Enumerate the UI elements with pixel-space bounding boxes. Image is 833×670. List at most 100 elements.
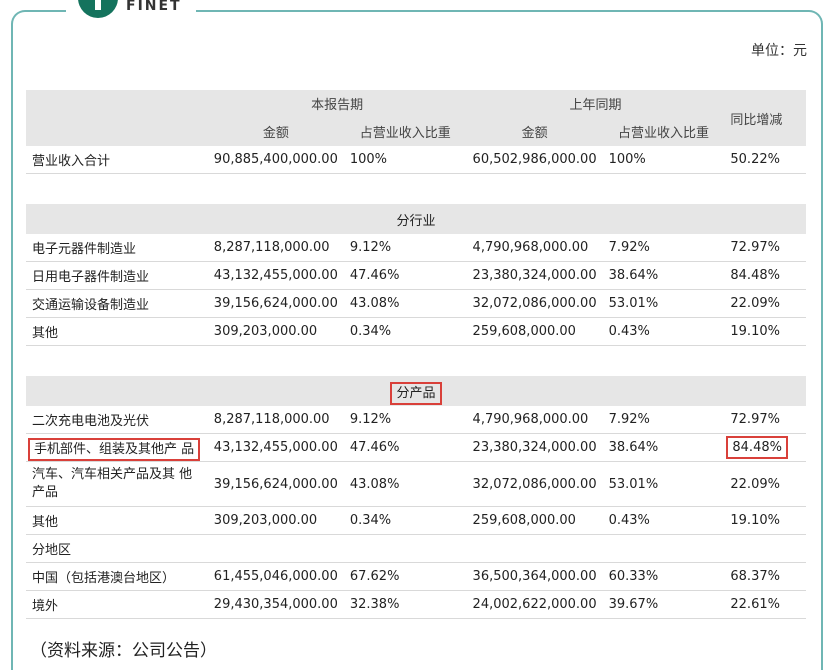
- cell-prev-pct: 53.01%: [602, 461, 725, 507]
- cell-cur: 39,156,624,000.00: [207, 461, 344, 507]
- cell-prev-pct: 0.43%: [602, 506, 725, 535]
- cell-yoy: 22.09%: [724, 461, 806, 507]
- cell-cur: 8,287,118,000.00: [207, 234, 344, 262]
- cell-cur-pct: 67.62%: [343, 562, 467, 591]
- cell-cur-pct: 9.12%: [343, 406, 467, 434]
- cell-prev-pct: 0.43%: [602, 317, 725, 346]
- cell-prev: 36,500,364,000.00: [466, 562, 603, 591]
- cell-yoy: 19.10%: [724, 506, 806, 535]
- cell-cur: 8,287,118,000.00: [207, 406, 344, 434]
- cell-cur-pct: 0.34%: [343, 506, 467, 535]
- source-note: （资料来源：公司公告）: [30, 641, 217, 661]
- cell-prev-pct: 53.01%: [602, 289, 725, 318]
- row-label-highlighted: 手机部件、组装及其他产 品: [28, 438, 201, 461]
- cell-cur: 39,156,624,000.00: [207, 289, 344, 318]
- cell-cur-pct: 9.12%: [343, 234, 467, 262]
- cell-yoy: 19.10%: [724, 317, 806, 346]
- row-label: 营业收入合计: [26, 146, 208, 174]
- section-product: 分产品: [26, 376, 806, 406]
- cell-cur: 309,203,000.00: [207, 317, 344, 346]
- spacer-row: [26, 174, 806, 205]
- cell-cur-pct: 100%: [343, 146, 467, 174]
- cell-cur: 43,132,455,000.00: [207, 433, 344, 462]
- table-row: 日用电子器件制造业 43,132,455,000.00 47.46% 23,38…: [26, 261, 806, 290]
- header-amount-prior: 金额: [466, 116, 603, 146]
- logo-mark-icon: [78, 0, 118, 18]
- row-label: 其他: [26, 317, 208, 346]
- cell-prev: 23,380,324,000.00: [466, 261, 603, 290]
- row-label: 汽车、汽车相关产品及其 他产品: [26, 461, 208, 507]
- section-industry-label: 分行业: [26, 204, 806, 234]
- header-row-1: 本报告期 上年同期 同比增减: [26, 90, 806, 146]
- cell-cur: 309,203,000.00: [207, 506, 344, 535]
- header-ratio-current: 占营业收入比重: [343, 116, 467, 146]
- header-amount-current: 金额: [207, 116, 344, 146]
- cell-prev: 60,502,986,000.00: [466, 146, 603, 174]
- cell-prev-pct: 38.64%: [602, 261, 725, 290]
- cell-prev-pct: 38.64%: [602, 433, 725, 462]
- cell-cur: 61,455,046,000.00: [207, 562, 344, 591]
- row-label: 二次充电电池及光伏: [26, 406, 208, 434]
- row-label: 境外: [26, 590, 208, 619]
- cell-yoy: 72.97%: [724, 406, 806, 434]
- header-yoy: 同比增减: [724, 90, 806, 146]
- cell-yoy-highlighted: 84.48%: [726, 436, 788, 459]
- cell-cur: 29,430,354,000.00: [207, 590, 344, 619]
- cell-yoy: 84.48%: [724, 261, 806, 290]
- table-row: 其他 309,203,000.00 0.34% 259,608,000.00 0…: [26, 506, 806, 535]
- section-region-label: 分地区: [26, 534, 806, 563]
- row-label: 中国（包括港澳台地区）: [26, 562, 208, 591]
- table-row: 电子元器件制造业 8,287,118,000.00 9.12% 4,790,96…: [26, 234, 806, 262]
- cell-prev-pct: 7.92%: [602, 234, 725, 262]
- table-row: 交通运输设备制造业 39,156,624,000.00 43.08% 32,07…: [26, 289, 806, 318]
- cell-cur: 43,132,455,000.00: [207, 261, 344, 290]
- cell-prev: 259,608,000.00: [466, 506, 603, 535]
- cell-prev: 4,790,968,000.00: [466, 406, 603, 434]
- cell-prev: 259,608,000.00: [466, 317, 603, 346]
- logo-text: FINET: [126, 0, 182, 14]
- cell-cur-pct: 47.46%: [343, 261, 467, 290]
- cell-yoy: 22.09%: [724, 289, 806, 318]
- table-row-total: 营业收入合计 90,885,400,000.00 100% 60,502,986…: [26, 146, 806, 174]
- cell-prev: 23,380,324,000.00: [466, 433, 603, 462]
- row-label: 电子元器件制造业: [26, 234, 208, 262]
- cell-cur-pct: 0.34%: [343, 317, 467, 346]
- row-label: 日用电子器件制造业: [26, 261, 208, 290]
- section-region: 分地区: [26, 534, 806, 563]
- cell-yoy: 50.22%: [724, 146, 806, 174]
- cell-cur-pct: 47.46%: [343, 433, 467, 462]
- cell-yoy: 68.37%: [724, 562, 806, 591]
- cell-prev-pct: 7.92%: [602, 406, 725, 434]
- finet-logo: FINET: [66, 0, 196, 26]
- cell-cur-pct: 43.08%: [343, 461, 467, 507]
- spacer-row: [26, 346, 806, 377]
- cell-cur-pct: 32.38%: [343, 590, 467, 619]
- header-ratio-prior: 占营业收入比重: [602, 116, 725, 146]
- header-prior-period: 上年同期: [466, 90, 725, 116]
- cell-prev-pct: 100%: [602, 146, 725, 174]
- table-row: 二次充电电池及光伏 8,287,118,000.00 9.12% 4,790,9…: [26, 406, 806, 434]
- cell-cur-pct: 43.08%: [343, 289, 467, 318]
- section-industry: 分行业: [26, 204, 806, 234]
- cell-prev-pct: 60.33%: [602, 562, 725, 591]
- table-row: 汽车、汽车相关产品及其 他产品 39,156,624,000.00 43.08%…: [26, 461, 806, 507]
- row-label: 交通运输设备制造业: [26, 289, 208, 318]
- cell-prev-pct: 39.67%: [602, 590, 725, 619]
- section-product-label: 分产品: [390, 381, 442, 405]
- table-row: 境外 29,430,354,000.00 32.38% 24,002,622,0…: [26, 590, 806, 619]
- cell-cur: 90,885,400,000.00: [207, 146, 344, 174]
- row-label: 其他: [26, 506, 208, 535]
- cell-prev: 32,072,086,000.00: [466, 289, 603, 318]
- header-current-period: 本报告期: [207, 90, 467, 116]
- table-row: 中国（包括港澳台地区） 61,455,046,000.00 67.62% 36,…: [26, 562, 806, 591]
- cell-yoy: 72.97%: [724, 234, 806, 262]
- cell-prev: 32,072,086,000.00: [466, 461, 603, 507]
- cell-yoy: 22.61%: [724, 590, 806, 619]
- table-row: 其他 309,203,000.00 0.34% 259,608,000.00 0…: [26, 317, 806, 346]
- cell-prev: 24,002,622,000.00: [466, 590, 603, 619]
- cell-prev: 4,790,968,000.00: [466, 234, 603, 262]
- revenue-table: 本报告期 上年同期 同比增减 金额 占营业收入比重 金额 占营业收入比重 营业收…: [26, 90, 806, 619]
- unit-label: 单位：元: [751, 43, 807, 59]
- table-row: 手机部件、组装及其他产 品 43,132,455,000.00 47.46% 2…: [26, 433, 806, 462]
- header-blank: [26, 90, 208, 146]
